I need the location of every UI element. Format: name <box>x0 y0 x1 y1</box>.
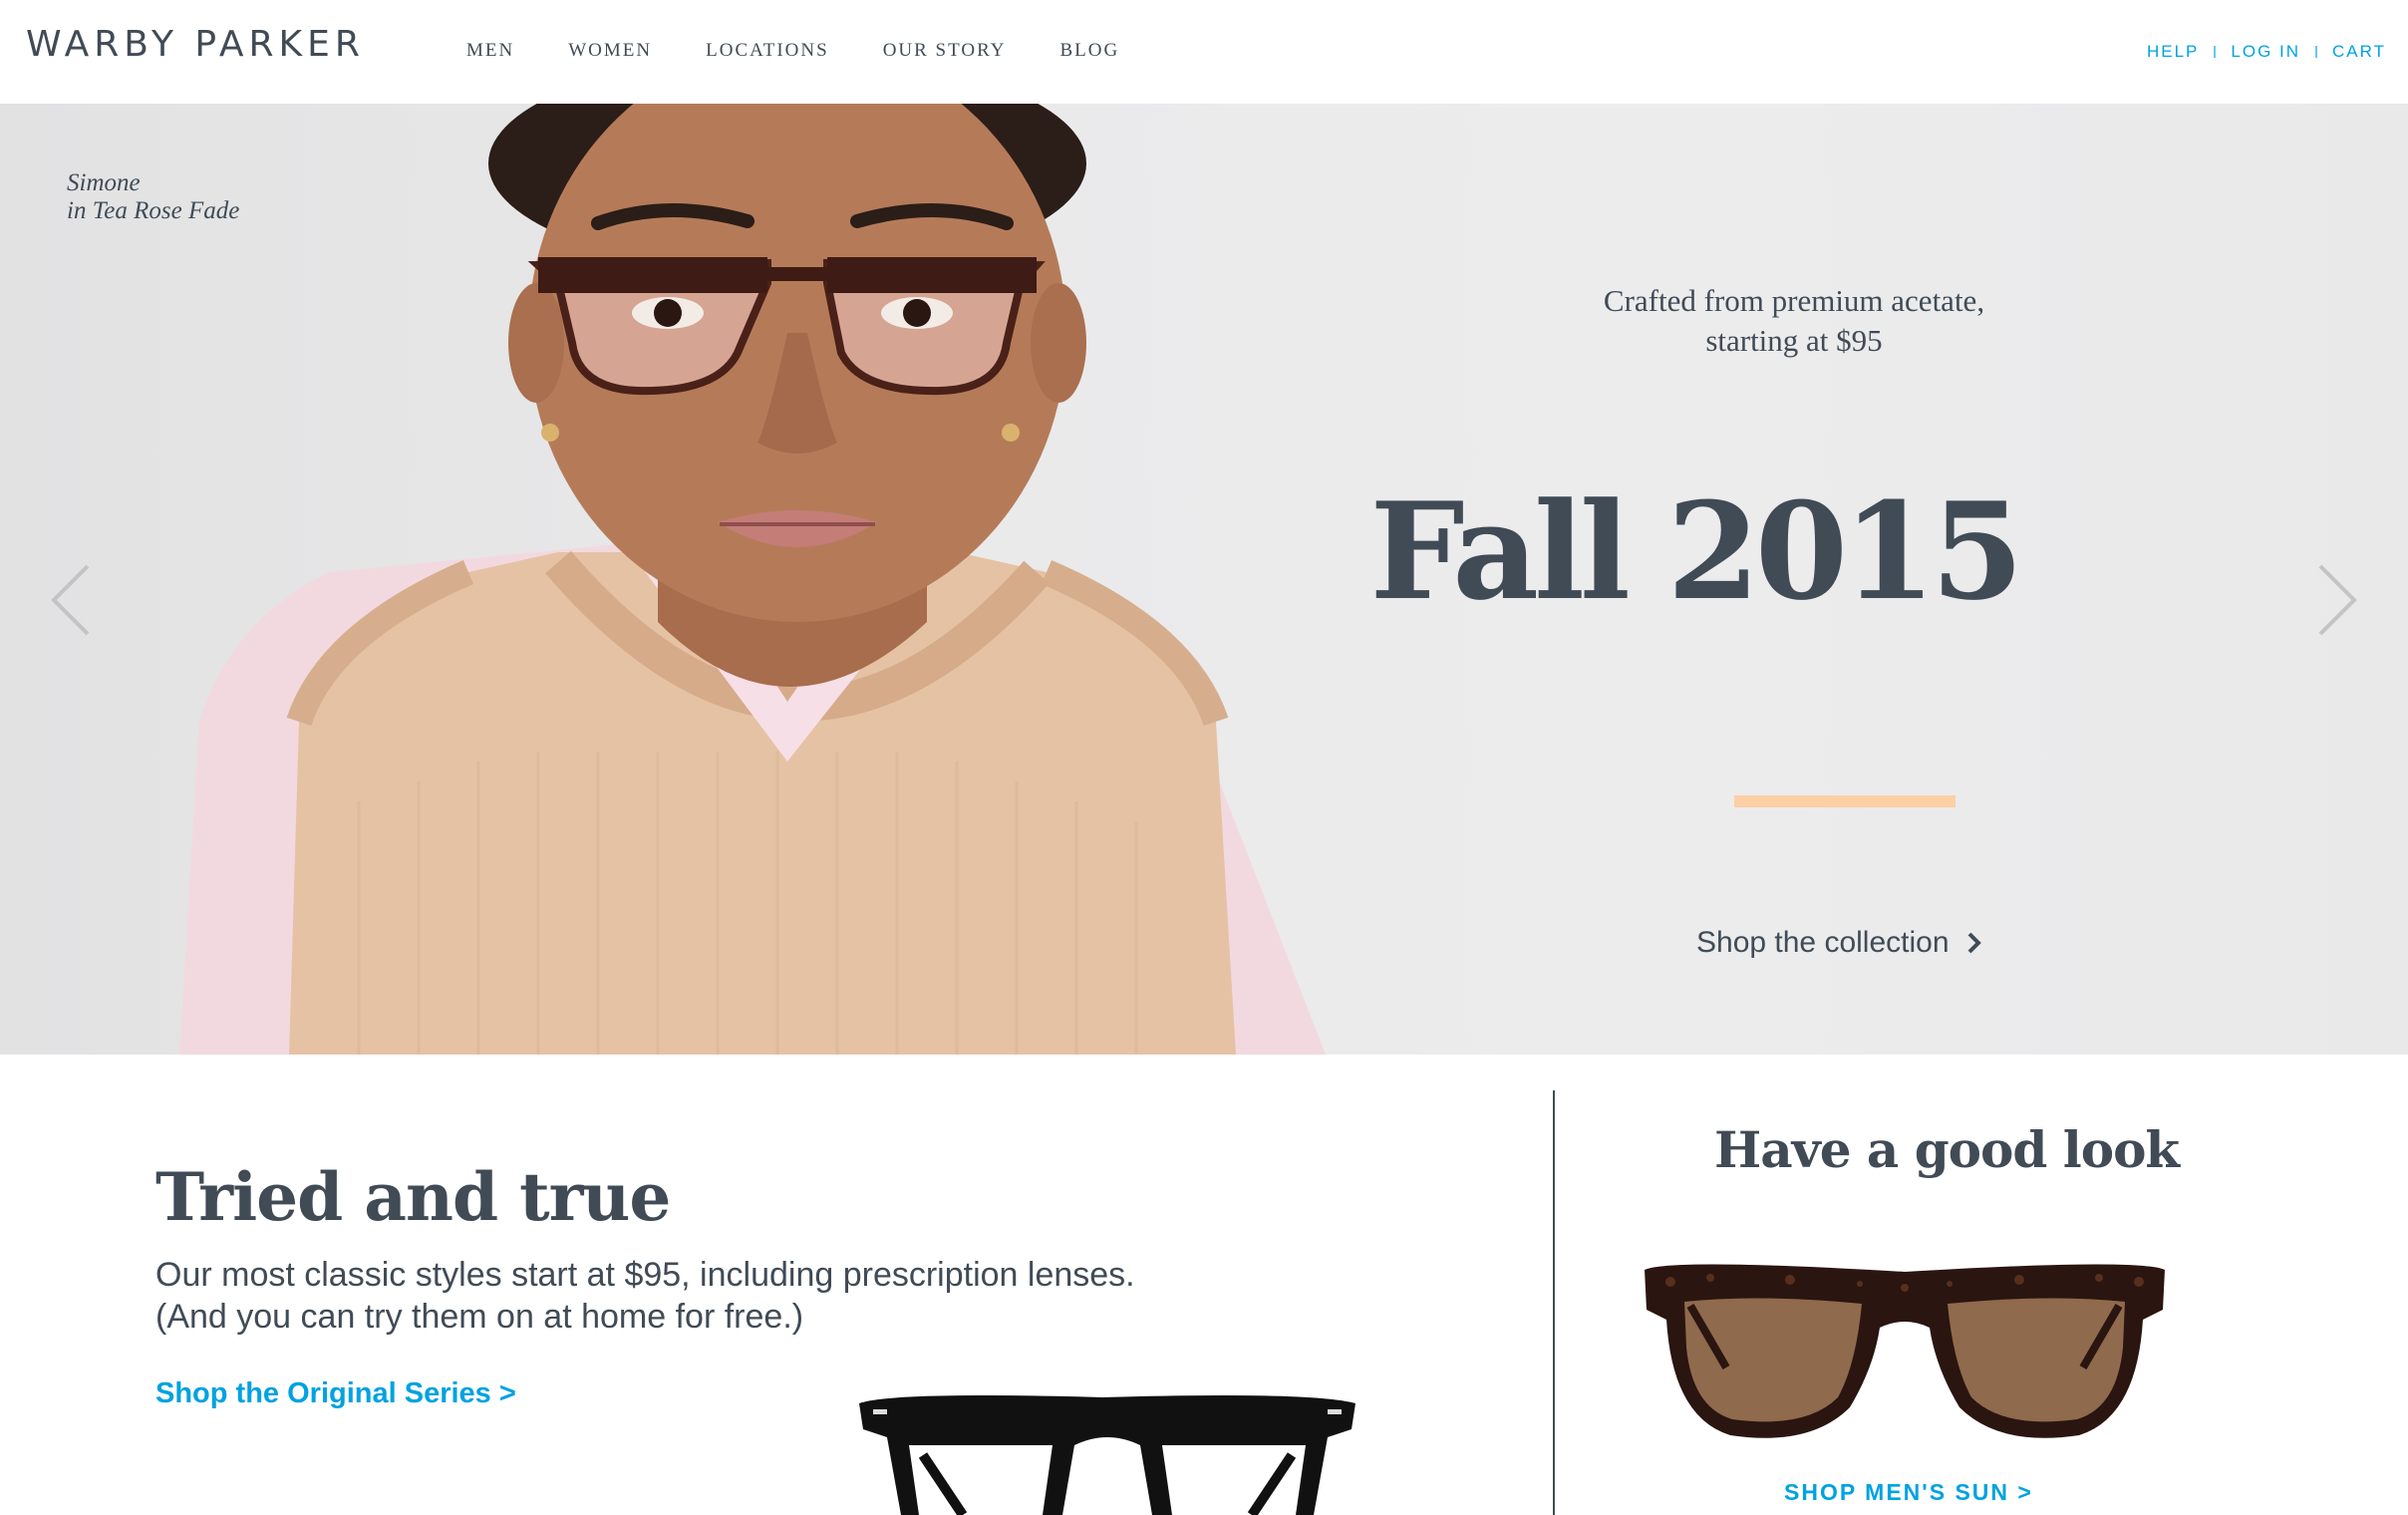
description-line: Our most classic styles start at $95, in… <box>155 1256 1135 1294</box>
hero-banner[interactable]: Simone in Tea Rose Fade Crafted from pre… <box>0 104 2408 1055</box>
shop-collection-label: Shop the collection <box>1696 926 1950 959</box>
nav-men[interactable]: MEN <box>466 40 514 62</box>
hero-subtitle-line: Crafted from premium acetate, <box>1603 283 1985 318</box>
nav-women[interactable]: WOMEN <box>568 40 652 62</box>
model-caption: Simone in Tea Rose Fade <box>67 169 239 225</box>
nav-locations[interactable]: LOCATIONS <box>706 40 829 62</box>
caption-frame-name: in Tea Rose Fade <box>67 197 240 224</box>
hero-subtitle: Crafted from premium acetate, starting a… <box>1196 281 2392 361</box>
eyeglasses-product-image[interactable] <box>853 1385 1361 1515</box>
sunglasses-product-image[interactable] <box>1641 1258 2169 1443</box>
have-a-good-look-heading: Have a good look <box>1714 1120 2180 1179</box>
cart-link[interactable]: CART <box>2332 42 2386 62</box>
hero-title: Fall 2015 <box>1369 472 2023 630</box>
chevron-left-icon[interactable] <box>46 560 96 640</box>
tried-and-true-description: Our most classic styles start at $95, in… <box>155 1254 1352 1338</box>
description-line: (And you can try them on at home for fre… <box>155 1298 804 1336</box>
shop-original-series-link[interactable]: Shop the Original Series > <box>155 1377 516 1410</box>
logo[interactable]: WARBY PARKER <box>26 24 365 65</box>
chevron-right-small-icon <box>1967 932 1981 954</box>
shop-mens-sun-link[interactable]: SHOP MEN'S SUN > <box>1784 1479 2031 1506</box>
site-header: WARBY PARKER MEN WOMEN LOCATIONS OUR STO… <box>0 0 2408 104</box>
hero-subtitle-line: starting at $95 <box>1705 323 1883 358</box>
utility-divider <box>2214 46 2217 58</box>
login-link[interactable]: LOG IN <box>2231 42 2300 62</box>
utility-divider <box>2315 46 2318 58</box>
tried-and-true-heading: Tried and true <box>155 1158 671 1236</box>
shop-collection-link[interactable]: Shop the collection <box>1696 923 1983 963</box>
section-divider <box>1553 1090 1555 1515</box>
utility-nav: HELP LOG IN CART <box>2147 42 2386 62</box>
main-nav: MEN WOMEN LOCATIONS OUR STORY BLOG <box>466 40 1173 62</box>
nav-blog[interactable]: BLOG <box>1059 40 1119 62</box>
chevron-right-icon[interactable] <box>2312 560 2362 640</box>
nav-our-story[interactable]: OUR STORY <box>883 40 1007 62</box>
caption-model-name: Simone <box>67 169 141 196</box>
hero-accent-rule <box>1734 795 1956 807</box>
help-link[interactable]: HELP <box>2147 42 2199 62</box>
